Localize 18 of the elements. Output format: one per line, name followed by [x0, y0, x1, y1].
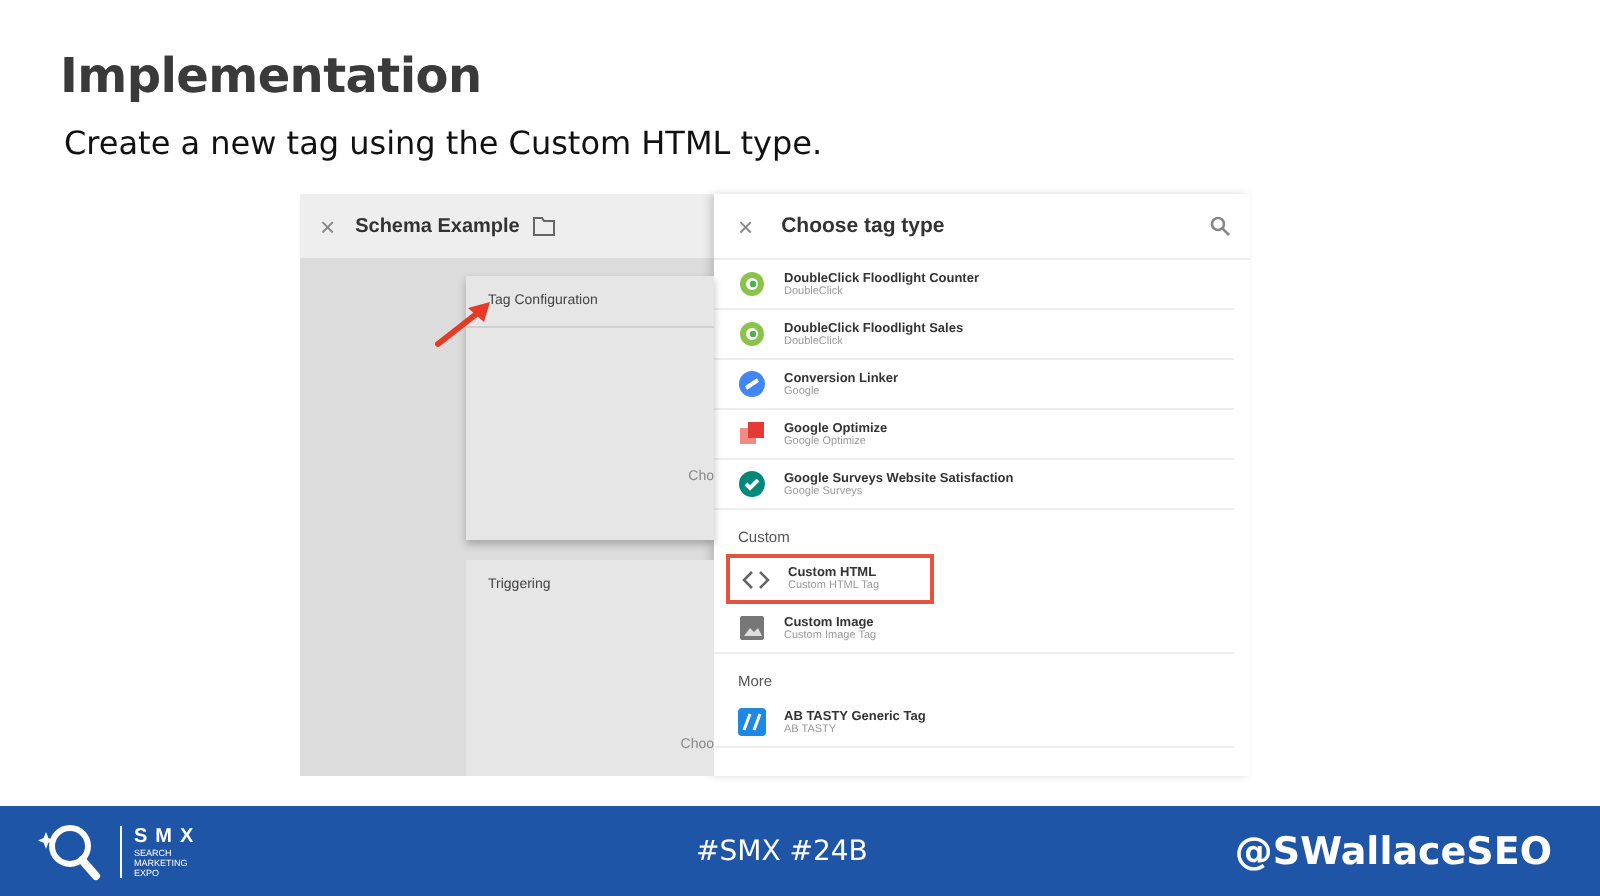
slide-title: Implementation [60, 48, 484, 104]
link-icon [738, 370, 766, 398]
squares-icon [738, 420, 766, 448]
close-button[interactable]: × [738, 211, 754, 241]
slide-subtitle: Create a new tag using the Custom HTML type. [64, 124, 825, 162]
check-icon [738, 470, 766, 498]
tag-name[interactable]: Schema Example [355, 215, 520, 237]
ring-icon [738, 270, 766, 298]
search-icon [1210, 216, 1230, 236]
hashtags: #SMX #24B [696, 835, 868, 867]
ring-icon [738, 320, 766, 348]
code-icon [742, 565, 770, 593]
tile-icon [738, 708, 766, 736]
brand-name: SMX [134, 825, 204, 847]
image-icon [738, 614, 766, 642]
panel-title: Choose tag type [781, 214, 947, 238]
folder-icon [531, 216, 556, 236]
twitter-handle: @SWallaceSEO [1234, 829, 1552, 873]
